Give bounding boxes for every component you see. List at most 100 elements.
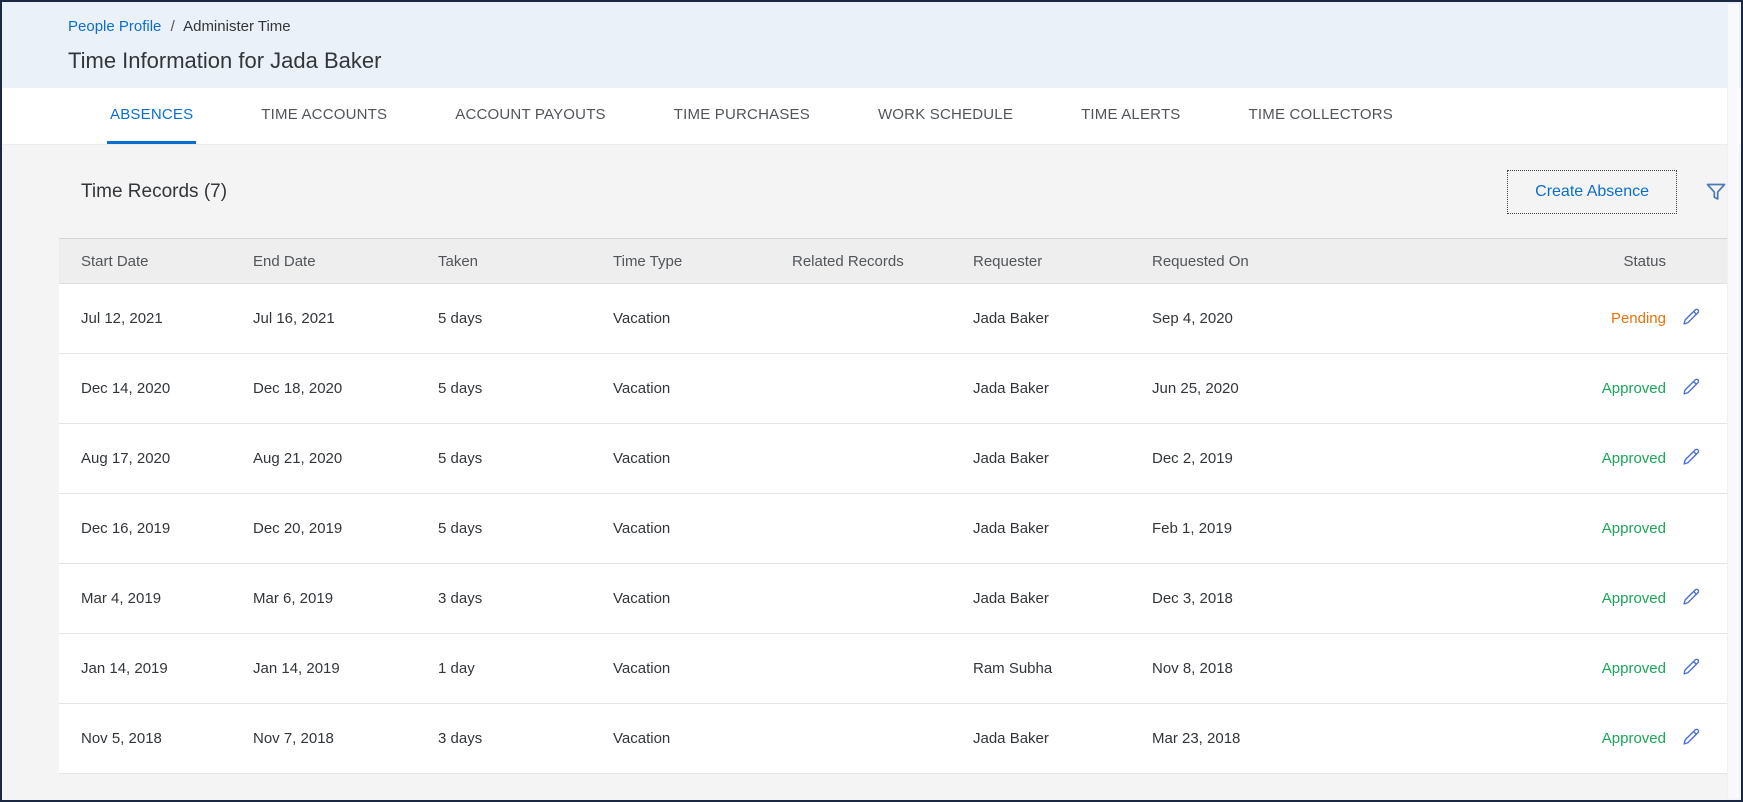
- edit-pencil-icon[interactable]: [1680, 376, 1702, 402]
- status-badge: Approved: [1420, 564, 1668, 634]
- tab-label: TIME PURCHASES: [674, 106, 810, 123]
- cell-start-date: Dec 16, 2019: [59, 494, 231, 564]
- column-header-time-type: Time Type: [591, 239, 770, 284]
- edit-pencil-icon[interactable]: [1680, 656, 1702, 682]
- cell-start-date: Aug 17, 2020: [59, 424, 231, 494]
- cell-start-date: Jul 12, 2021: [59, 284, 231, 354]
- cell-related-records: [770, 494, 951, 564]
- page-header: People Profile / Administer Time Time In…: [2, 2, 1741, 88]
- cell-time-type: Vacation: [591, 494, 770, 564]
- edit-cell: [1668, 634, 1729, 704]
- status-badge: Approved: [1420, 704, 1668, 774]
- table-title: Time Records (7): [59, 181, 227, 203]
- column-header-requested-on: Requested On: [1130, 239, 1420, 284]
- table-toolbar: Time Records (7) Create Absence: [59, 145, 1729, 238]
- edit-cell: [1668, 564, 1729, 634]
- column-header-actions: [1668, 239, 1729, 284]
- edit-pencil-icon[interactable]: [1680, 446, 1702, 472]
- cell-taken: 1 day: [416, 634, 591, 704]
- filter-funnel-icon[interactable]: [1703, 179, 1729, 205]
- edit-pencil-icon[interactable]: [1680, 726, 1702, 752]
- tab-work-schedule[interactable]: WORK SCHEDULE: [875, 88, 1016, 144]
- tab-label: WORK SCHEDULE: [878, 106, 1013, 123]
- tab-absences[interactable]: ABSENCES: [107, 88, 196, 144]
- edit-cell: [1668, 494, 1729, 564]
- cell-start-date: Jan 14, 2019: [59, 634, 231, 704]
- status-badge: Approved: [1420, 494, 1668, 564]
- table-actions: Create Absence: [1507, 170, 1729, 214]
- app-window: People Profile / Administer Time Time In…: [0, 0, 1743, 802]
- cell-taken: 5 days: [416, 284, 591, 354]
- cell-end-date: Dec 18, 2020: [231, 354, 416, 424]
- cell-end-date: Dec 20, 2019: [231, 494, 416, 564]
- status-badge: Approved: [1420, 634, 1668, 704]
- edit-cell: [1668, 424, 1729, 494]
- tab-label: TIME COLLECTORS: [1249, 106, 1393, 123]
- tab-time-collectors[interactable]: TIME COLLECTORS: [1246, 88, 1396, 144]
- cell-time-type: Vacation: [591, 354, 770, 424]
- cell-taken: 5 days: [416, 494, 591, 564]
- cell-requester: Jada Baker: [951, 564, 1130, 634]
- cell-requester: Jada Baker: [951, 704, 1130, 774]
- cell-related-records: [770, 284, 951, 354]
- create-absence-button[interactable]: Create Absence: [1507, 170, 1677, 214]
- table-row[interactable]: Jul 12, 2021 Jul 16, 2021 5 days Vacatio…: [59, 284, 1729, 354]
- cell-requester: Jada Baker: [951, 284, 1130, 354]
- tab-account-payouts[interactable]: ACCOUNT PAYOUTS: [452, 88, 609, 144]
- breadcrumb-current: Administer Time: [183, 18, 291, 35]
- tab-time-purchases[interactable]: TIME PURCHASES: [671, 88, 813, 144]
- cell-related-records: [770, 564, 951, 634]
- cell-time-type: Vacation: [591, 424, 770, 494]
- column-header-related-records: Related Records: [770, 239, 951, 284]
- status-badge: Approved: [1420, 424, 1668, 494]
- tab-time-alerts[interactable]: TIME ALERTS: [1078, 88, 1183, 144]
- cell-end-date: Jan 14, 2019: [231, 634, 416, 704]
- table-header-row: Start DateEnd DateTakenTime TypeRelated …: [59, 239, 1729, 284]
- breadcrumb: People Profile / Administer Time: [68, 18, 1741, 36]
- table-row[interactable]: Jan 14, 2019 Jan 14, 2019 1 day Vacation…: [59, 634, 1729, 704]
- edit-pencil-icon[interactable]: [1680, 586, 1702, 612]
- cell-related-records: [770, 634, 951, 704]
- column-header-start-date: Start Date: [59, 239, 231, 284]
- tab-label: ABSENCES: [110, 106, 193, 123]
- cell-requested-on: Sep 4, 2020: [1130, 284, 1420, 354]
- cell-taken: 5 days: [416, 424, 591, 494]
- breadcrumb-separator: /: [171, 18, 175, 35]
- edit-cell: [1668, 704, 1729, 774]
- cell-end-date: Nov 7, 2018: [231, 704, 416, 774]
- time-records-table: Start DateEnd DateTakenTime TypeRelated …: [59, 238, 1729, 774]
- table-row[interactable]: Aug 17, 2020 Aug 21, 2020 5 days Vacatio…: [59, 424, 1729, 494]
- edit-pencil-icon[interactable]: [1680, 306, 1702, 332]
- cell-taken: 3 days: [416, 704, 591, 774]
- tab-time-accounts[interactable]: TIME ACCOUNTS: [258, 88, 390, 144]
- table-row[interactable]: Nov 5, 2018 Nov 7, 2018 3 days Vacation …: [59, 704, 1729, 774]
- tab-label: TIME ALERTS: [1081, 106, 1180, 123]
- cell-requester: Ram Subha: [951, 634, 1130, 704]
- cell-start-date: Dec 14, 2020: [59, 354, 231, 424]
- column-header-taken: Taken: [416, 239, 591, 284]
- cell-end-date: Aug 21, 2020: [231, 424, 416, 494]
- cell-related-records: [770, 424, 951, 494]
- cell-requested-on: Jun 25, 2020: [1130, 354, 1420, 424]
- edit-cell: [1668, 284, 1729, 354]
- cell-start-date: Nov 5, 2018: [59, 704, 231, 774]
- cell-related-records: [770, 354, 951, 424]
- cell-end-date: Mar 6, 2019: [231, 564, 416, 634]
- cell-end-date: Jul 16, 2021: [231, 284, 416, 354]
- page-title: Time Information for Jada Baker: [68, 48, 1741, 74]
- cell-requested-on: Feb 1, 2019: [1130, 494, 1420, 564]
- cell-requested-on: Nov 8, 2018: [1130, 634, 1420, 704]
- vertical-scrollbar[interactable]: [1727, 4, 1739, 798]
- cell-requester: Jada Baker: [951, 494, 1130, 564]
- cell-requester: Jada Baker: [951, 354, 1130, 424]
- status-badge: Pending: [1420, 284, 1668, 354]
- table-row[interactable]: Dec 14, 2020 Dec 18, 2020 5 days Vacatio…: [59, 354, 1729, 424]
- content-area: Time Records (7) Create Absence Start Da…: [2, 145, 1741, 800]
- table-row[interactable]: Dec 16, 2019 Dec 20, 2019 5 days Vacatio…: [59, 494, 1729, 564]
- table-row[interactable]: Mar 4, 2019 Mar 6, 2019 3 days Vacation …: [59, 564, 1729, 634]
- cell-requested-on: Mar 23, 2018: [1130, 704, 1420, 774]
- breadcrumb-link-people-profile[interactable]: People Profile: [68, 18, 161, 35]
- cell-time-type: Vacation: [591, 284, 770, 354]
- cell-taken: 3 days: [416, 564, 591, 634]
- tab-label: TIME ACCOUNTS: [261, 106, 387, 123]
